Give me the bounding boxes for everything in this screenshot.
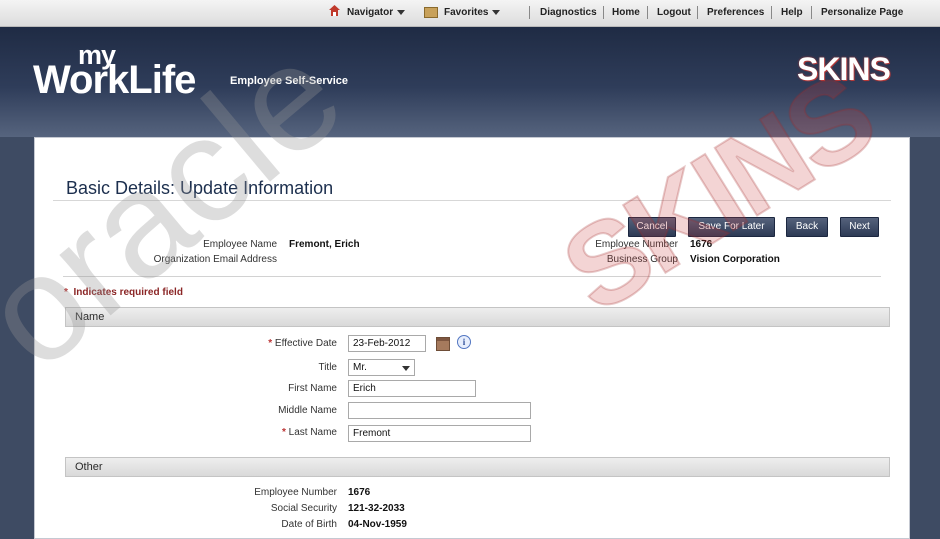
business-group-label: Business Group — [606, 254, 678, 265]
global-toolbar: Navigator Favorites Diagnostics Home Log… — [0, 0, 940, 27]
employee-name-label: Employee Name — [203, 239, 277, 250]
social-security-value: 121-32-2033 — [348, 503, 405, 514]
home-icon — [329, 5, 340, 16]
personalize-page-link[interactable]: Personalize Page — [821, 7, 903, 18]
divider — [63, 276, 881, 277]
middle-name-input[interactable] — [348, 402, 531, 419]
last-name-input[interactable]: Fremont — [348, 425, 531, 442]
divider — [771, 6, 772, 19]
divider — [529, 6, 530, 19]
employee-number-value: 1676 — [690, 239, 713, 250]
title-label: Title — [318, 362, 337, 373]
app-header: my WorkLife Employee Self-Service SKINS — [0, 27, 940, 137]
cancel-button[interactable]: Cancel — [628, 217, 676, 237]
info-icon[interactable]: i — [457, 335, 471, 349]
org-email-label: Organization Email Address — [153, 254, 277, 265]
chevron-down-icon — [397, 9, 406, 15]
diagnostics-link[interactable]: Diagnostics — [540, 7, 597, 18]
divider — [603, 6, 604, 19]
divider — [53, 200, 891, 201]
employee-name-value: Fremont, Erich — [289, 239, 360, 250]
chevron-down-icon — [402, 366, 410, 371]
home-link[interactable]: Home — [612, 7, 640, 18]
other-section-header: Other — [65, 457, 890, 477]
last-name-label: * Last Name — [137, 427, 337, 438]
name-section-header: Name — [65, 307, 890, 327]
logo-worklife: WorkLife — [33, 58, 196, 102]
calendar-icon[interactable] — [436, 337, 450, 351]
save-for-later-button[interactable]: Save For Later — [688, 217, 775, 237]
preferences-link[interactable]: Preferences — [707, 7, 764, 18]
employee-number-label: Employee Number — [595, 239, 678, 250]
navigator-menu[interactable]: Navigator — [347, 7, 406, 18]
middle-name-label: Middle Name — [278, 405, 337, 416]
social-security-label: Social Security — [270, 503, 337, 514]
favorites-folder-icon — [424, 7, 438, 18]
title-select-value: Mr. — [353, 362, 367, 373]
required-note-text: Indicates required field — [73, 287, 183, 298]
chevron-down-icon — [492, 9, 501, 15]
other-employee-number-value: 1676 — [348, 487, 371, 498]
required-field-note: * Indicates required field — [64, 287, 183, 298]
navigator-label: Navigator — [347, 7, 394, 18]
first-name-input[interactable]: Erich — [348, 380, 476, 397]
divider — [811, 6, 812, 19]
next-button[interactable]: Next — [840, 217, 879, 237]
favorites-menu[interactable]: Favorites — [444, 7, 501, 18]
required-star: * — [281, 427, 286, 438]
business-group-value: Vision Corporation — [690, 254, 780, 265]
date-of-birth-value: 04-Nov-1959 — [348, 519, 407, 530]
required-star: * — [64, 287, 68, 298]
effective-date-input[interactable]: 23-Feb-2012 — [348, 335, 426, 352]
favorites-label: Favorites — [444, 7, 489, 18]
first-name-label: First Name — [288, 383, 337, 394]
app-subtitle: Employee Self-Service — [230, 75, 349, 87]
effective-date-label-text: Effective Date — [274, 338, 337, 349]
divider — [697, 6, 698, 19]
date-of-birth-label: Date of Birth — [281, 519, 337, 530]
other-employee-number-label: Employee Number — [254, 487, 337, 498]
required-star: * — [268, 338, 273, 349]
page-title: Basic Details: Update Information — [66, 178, 334, 198]
back-button[interactable]: Back — [786, 217, 828, 237]
skins-logo: SKINS — [797, 51, 891, 87]
logout-link[interactable]: Logout — [657, 7, 691, 18]
help-link[interactable]: Help — [781, 7, 803, 18]
effective-date-label: * Effective Date — [137, 338, 337, 349]
content-panel: Basic Details: Update Information Cancel… — [34, 137, 910, 539]
divider — [647, 6, 648, 19]
title-select[interactable]: Mr. — [348, 359, 415, 376]
last-name-label-text: Last Name — [288, 427, 337, 438]
